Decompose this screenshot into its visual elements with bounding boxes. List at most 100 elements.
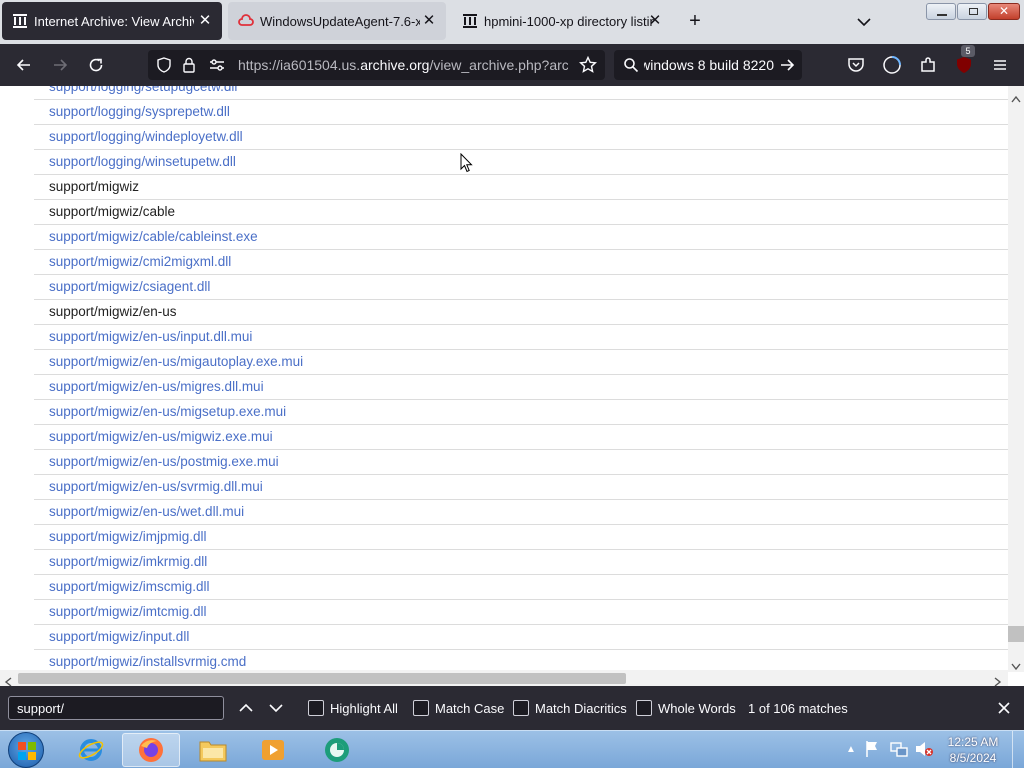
match-count-status: 1 of 106 matches	[748, 701, 848, 716]
table-row: support/migwiz/en-us/migres.dll.mui	[34, 375, 1008, 400]
file-link[interactable]: support/logging/windeployetw.dll	[49, 129, 243, 144]
horizontal-scroll-thumb[interactable]	[18, 673, 626, 684]
taskbar-firefox[interactable]	[122, 733, 180, 767]
internet-explorer-icon	[78, 739, 104, 761]
file-link[interactable]: support/logging/winsetupetw.dll	[49, 154, 236, 169]
permissions-icon[interactable]	[208, 57, 226, 78]
tab-windows-update-agent[interactable]: WindowsUpdateAgent-7.6-x86 ✕	[228, 2, 446, 40]
match-case-checkbox[interactable]	[413, 700, 429, 716]
close-tab-icon[interactable]: ✕	[420, 12, 438, 30]
taskbar-media-player[interactable]	[244, 733, 302, 767]
restore-button[interactable]	[957, 3, 987, 20]
lock-icon[interactable]	[182, 57, 196, 78]
taskbar-file-explorer[interactable]	[184, 733, 242, 767]
archive-icon	[462, 13, 478, 29]
network-icon[interactable]	[890, 740, 908, 763]
highlight-all-checkbox[interactable]	[308, 700, 324, 716]
vertical-scrollbar[interactable]	[1008, 86, 1024, 672]
volume-muted-icon[interactable]	[914, 740, 934, 763]
find-next-icon[interactable]	[268, 700, 284, 719]
find-input[interactable]	[8, 696, 224, 720]
extension-badge: 5	[961, 45, 975, 57]
taskbar-internet-explorer[interactable]	[62, 733, 120, 767]
back-button[interactable]	[10, 51, 38, 79]
tab-internet-archive[interactable]: Internet Archive: View Archive ✕	[2, 2, 222, 40]
clock-time: 12:25 AM	[947, 735, 999, 749]
file-link[interactable]: support/migwiz/cable/cableinst.exe	[49, 229, 258, 244]
bookmark-star-icon[interactable]	[578, 55, 598, 79]
new-tab-icon[interactable]: +	[684, 10, 706, 32]
cloud-icon	[238, 13, 254, 29]
url-prefix: https://ia601504.us.	[238, 57, 361, 73]
minimize-button[interactable]	[926, 3, 956, 20]
system-clock[interactable]: 12:25 AM 8/5/2024	[940, 734, 1006, 766]
file-link[interactable]: support/migwiz/en-us/wet.dll.mui	[49, 504, 244, 519]
scroll-up-icon[interactable]	[1011, 90, 1021, 108]
table-row: support/migwiz/en-us/postmig.exe.mui	[34, 450, 1008, 475]
reload-icon	[89, 58, 103, 72]
table-row: support/migwiz/imscmig.dll	[34, 575, 1008, 600]
close-tab-icon[interactable]: ✕	[646, 12, 664, 30]
whole-words-checkbox[interactable]	[636, 700, 652, 716]
tab-hpmini-directory[interactable]: hpmini-1000-xp directory listing ✕	[452, 2, 670, 40]
highlight-all-label: Highlight All	[330, 701, 398, 716]
action-center-flag-icon[interactable]	[864, 740, 880, 763]
table-row: support/migwiz/installsvrmig.cmd	[34, 650, 1008, 672]
table-row: support/migwiz/cmi2migxml.dll	[34, 250, 1008, 275]
table-row: support/logging/setupugcetw.dll	[34, 86, 1008, 100]
file-link[interactable]: support/migwiz/imjpmig.dll	[49, 529, 207, 544]
tab-label: hpmini-1000-xp directory listing	[484, 13, 654, 29]
vertical-scroll-thumb[interactable]	[1008, 626, 1024, 642]
file-link[interactable]: support/migwiz/en-us/migres.dll.mui	[49, 379, 264, 394]
app-menu-button[interactable]	[986, 51, 1014, 79]
file-link[interactable]: support/migwiz/cmi2migxml.dll	[49, 254, 231, 269]
tracking-shield-icon[interactable]	[156, 57, 172, 78]
navigation-toolbar: https://ia601504.us.archive.org/view_arc…	[0, 44, 1024, 86]
match-diacritics-checkbox[interactable]	[513, 700, 529, 716]
reload-button[interactable]	[82, 51, 110, 79]
tab-list-chevron-icon[interactable]	[854, 12, 874, 32]
file-link[interactable]: support/migwiz/imscmig.dll	[49, 579, 210, 594]
file-link[interactable]: support/logging/sysprepetw.dll	[49, 104, 230, 119]
show-hidden-icons-icon[interactable]: ▲	[846, 744, 856, 755]
file-link[interactable]: support/migwiz/en-us/svrmig.dll.mui	[49, 479, 263, 494]
table-row: support/migwiz/en-us/migsetup.exe.mui	[34, 400, 1008, 425]
address-bar[interactable]: https://ia601504.us.archive.org/view_arc…	[148, 50, 605, 80]
file-link[interactable]: support/migwiz/en-us/migsetup.exe.mui	[49, 404, 286, 419]
file-link[interactable]: support/migwiz/en-us/migwiz.exe.mui	[49, 429, 273, 444]
account-button[interactable]	[878, 51, 906, 79]
forward-button[interactable]	[46, 51, 74, 79]
url-text[interactable]: https://ia601504.us.archive.org/view_arc…	[238, 57, 568, 73]
search-go-arrow-icon[interactable]	[779, 57, 795, 78]
file-link[interactable]: support/migwiz/input.dll	[49, 629, 189, 644]
extensions-button[interactable]	[914, 51, 942, 79]
find-previous-icon[interactable]	[238, 700, 254, 719]
taskbar-app[interactable]	[308, 733, 366, 767]
file-link[interactable]: support/migwiz/imkrmig.dll	[49, 554, 207, 569]
file-link[interactable]: support/migwiz/csiagent.dll	[49, 279, 210, 294]
url-domain: archive.org	[360, 57, 430, 73]
search-input[interactable]: windows 8 build 8220	[644, 57, 774, 73]
archive-file-listing: support/logging/setupugcetw.dll support/l…	[0, 86, 1008, 672]
file-link[interactable]: support/logging/setupugcetw.dll	[49, 86, 237, 94]
scroll-down-icon[interactable]	[1011, 658, 1021, 676]
table-row: support/logging/windeployetw.dll	[34, 125, 1008, 150]
mouse-cursor-icon	[460, 152, 474, 173]
close-window-button[interactable]: ✕	[988, 3, 1020, 20]
close-tab-icon[interactable]: ✕	[196, 12, 214, 30]
start-button[interactable]	[8, 732, 44, 768]
table-row: support/migwiz/en-us	[34, 300, 1008, 325]
file-link[interactable]: support/migwiz/en-us/input.dll.mui	[49, 329, 252, 344]
show-desktop-button[interactable]	[1012, 731, 1024, 769]
puzzle-icon	[921, 57, 935, 72]
file-link[interactable]: support/migwiz/en-us/postmig.exe.mui	[49, 454, 279, 469]
find-bar: Highlight All Match Case Match Diacritic…	[0, 686, 1024, 730]
ublock-button[interactable]: 5	[950, 45, 978, 79]
file-link[interactable]: support/migwiz/en-us/migautoplay.exe.mui	[49, 354, 303, 369]
table-row: support/migwiz/csiagent.dll	[34, 275, 1008, 300]
file-link[interactable]: support/migwiz/imtcmig.dll	[49, 604, 207, 619]
pocket-button[interactable]	[842, 51, 870, 79]
close-find-bar-icon[interactable]	[996, 700, 1012, 719]
file-link[interactable]: support/migwiz/installsvrmig.cmd	[49, 654, 246, 669]
search-bar[interactable]: windows 8 build 8220	[614, 50, 802, 80]
